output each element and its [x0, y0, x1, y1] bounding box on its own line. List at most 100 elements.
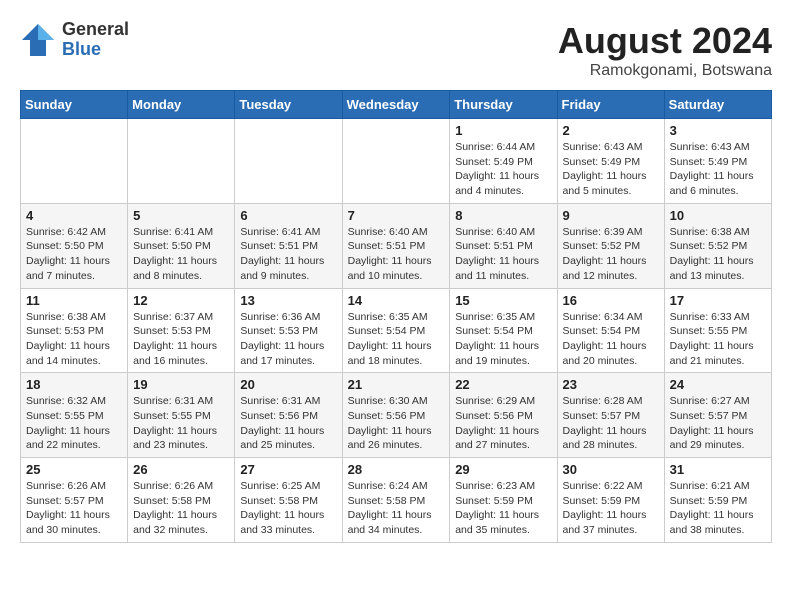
calendar-cell: 24 Sunrise: 6:27 AM Sunset: 5:57 PM Dayli…: [664, 373, 771, 458]
day-info: Sunrise: 6:32 AM Sunset: 5:55 PM Dayligh…: [26, 394, 122, 453]
day-info: Sunrise: 6:43 AM Sunset: 5:49 PM Dayligh…: [563, 140, 659, 199]
logo: General Blue: [20, 20, 129, 60]
calendar-week-row: 4 Sunrise: 6:42 AM Sunset: 5:50 PM Daylig…: [21, 203, 772, 288]
calendar-cell: 6 Sunrise: 6:41 AM Sunset: 5:51 PM Daylig…: [235, 203, 342, 288]
day-number: 3: [670, 123, 766, 138]
day-info: Sunrise: 6:23 AM Sunset: 5:59 PM Dayligh…: [455, 479, 551, 538]
day-info: Sunrise: 6:26 AM Sunset: 5:58 PM Dayligh…: [133, 479, 229, 538]
day-info: Sunrise: 6:44 AM Sunset: 5:49 PM Dayligh…: [455, 140, 551, 199]
day-number: 1: [455, 123, 551, 138]
day-info: Sunrise: 6:26 AM Sunset: 5:57 PM Dayligh…: [26, 479, 122, 538]
day-info: Sunrise: 6:36 AM Sunset: 5:53 PM Dayligh…: [240, 310, 336, 369]
calendar-week-row: 25 Sunrise: 6:26 AM Sunset: 5:57 PM Dayli…: [21, 458, 772, 543]
logo-blue: Blue: [62, 40, 129, 60]
day-number: 17: [670, 293, 766, 308]
day-number: 7: [348, 208, 445, 223]
day-info: Sunrise: 6:27 AM Sunset: 5:57 PM Dayligh…: [670, 394, 766, 453]
calendar-cell: 13 Sunrise: 6:36 AM Sunset: 5:53 PM Dayli…: [235, 288, 342, 373]
calendar-cell: 18 Sunrise: 6:32 AM Sunset: 5:55 PM Dayli…: [21, 373, 128, 458]
calendar-cell: 29 Sunrise: 6:23 AM Sunset: 5:59 PM Dayli…: [450, 458, 557, 543]
calendar-cell: 3 Sunrise: 6:43 AM Sunset: 5:49 PM Daylig…: [664, 119, 771, 204]
day-info: Sunrise: 6:43 AM Sunset: 5:49 PM Dayligh…: [670, 140, 766, 199]
calendar-header-wednesday: Wednesday: [342, 91, 450, 119]
calendar-cell: 5 Sunrise: 6:41 AM Sunset: 5:50 PM Daylig…: [128, 203, 235, 288]
day-info: Sunrise: 6:31 AM Sunset: 5:56 PM Dayligh…: [240, 394, 336, 453]
calendar-cell: 17Sunrise: 6:33 AM Sunset: 5:55 PM Dayli…: [664, 288, 771, 373]
calendar-cell: [128, 119, 235, 204]
day-number: 4: [26, 208, 122, 223]
calendar-cell: 25 Sunrise: 6:26 AM Sunset: 5:57 PM Dayli…: [21, 458, 128, 543]
calendar-header-tuesday: Tuesday: [235, 91, 342, 119]
calendar-table: SundayMondayTuesdayWednesdayThursdayFrid…: [20, 90, 772, 543]
day-info: Sunrise: 6:38 AM Sunset: 5:52 PM Dayligh…: [670, 225, 766, 284]
day-number: 25: [26, 462, 122, 477]
calendar-cell: 22 Sunrise: 6:29 AM Sunset: 5:56 PM Dayli…: [450, 373, 557, 458]
day-info: Sunrise: 6:35 AM Sunset: 5:54 PM Dayligh…: [348, 310, 445, 369]
day-number: 27: [240, 462, 336, 477]
day-number: 13: [240, 293, 336, 308]
calendar-cell: 21Sunrise: 6:30 AM Sunset: 5:56 PM Dayli…: [342, 373, 450, 458]
day-number: 24: [670, 377, 766, 392]
day-number: 22: [455, 377, 551, 392]
calendar-cell: 12Sunrise: 6:37 AM Sunset: 5:53 PM Dayli…: [128, 288, 235, 373]
calendar-cell: 27 Sunrise: 6:25 AM Sunset: 5:58 PM Dayli…: [235, 458, 342, 543]
day-number: 6: [240, 208, 336, 223]
logo-general: General: [62, 20, 129, 40]
calendar-cell: 11 Sunrise: 6:38 AM Sunset: 5:53 PM Dayli…: [21, 288, 128, 373]
day-number: 5: [133, 208, 229, 223]
day-number: 8: [455, 208, 551, 223]
day-number: 20: [240, 377, 336, 392]
calendar-header-monday: Monday: [128, 91, 235, 119]
calendar-cell: [235, 119, 342, 204]
calendar-week-row: 11 Sunrise: 6:38 AM Sunset: 5:53 PM Dayli…: [21, 288, 772, 373]
calendar-cell: 26 Sunrise: 6:26 AM Sunset: 5:58 PM Dayli…: [128, 458, 235, 543]
day-info: Sunrise: 6:41 AM Sunset: 5:50 PM Dayligh…: [133, 225, 229, 284]
day-number: 19: [133, 377, 229, 392]
day-number: 26: [133, 462, 229, 477]
calendar-cell: [342, 119, 450, 204]
day-info: Sunrise: 6:21 AM Sunset: 5:59 PM Dayligh…: [670, 479, 766, 538]
calendar-cell: 9 Sunrise: 6:39 AM Sunset: 5:52 PM Daylig…: [557, 203, 664, 288]
calendar-cell: 7Sunrise: 6:40 AM Sunset: 5:51 PM Daylig…: [342, 203, 450, 288]
day-info: Sunrise: 6:40 AM Sunset: 5:51 PM Dayligh…: [455, 225, 551, 284]
calendar-cell: 2Sunrise: 6:43 AM Sunset: 5:49 PM Daylig…: [557, 119, 664, 204]
day-info: Sunrise: 6:28 AM Sunset: 5:57 PM Dayligh…: [563, 394, 659, 453]
day-number: 9: [563, 208, 659, 223]
day-info: Sunrise: 6:39 AM Sunset: 5:52 PM Dayligh…: [563, 225, 659, 284]
calendar-header-row: SundayMondayTuesdayWednesdayThursdayFrid…: [21, 91, 772, 119]
logo-icon: [20, 22, 56, 58]
day-number: 18: [26, 377, 122, 392]
day-info: Sunrise: 6:22 AM Sunset: 5:59 PM Dayligh…: [563, 479, 659, 538]
day-info: Sunrise: 6:31 AM Sunset: 5:55 PM Dayligh…: [133, 394, 229, 453]
calendar-header-thursday: Thursday: [450, 91, 557, 119]
day-info: Sunrise: 6:34 AM Sunset: 5:54 PM Dayligh…: [563, 310, 659, 369]
title-block: August 2024 Ramokgonami, Botswana: [558, 20, 772, 80]
day-number: 12: [133, 293, 229, 308]
day-number: 10: [670, 208, 766, 223]
day-info: Sunrise: 6:41 AM Sunset: 5:51 PM Dayligh…: [240, 225, 336, 284]
day-number: 23: [563, 377, 659, 392]
calendar-cell: 15Sunrise: 6:35 AM Sunset: 5:54 PM Dayli…: [450, 288, 557, 373]
day-info: Sunrise: 6:25 AM Sunset: 5:58 PM Dayligh…: [240, 479, 336, 538]
calendar-cell: 20 Sunrise: 6:31 AM Sunset: 5:56 PM Dayli…: [235, 373, 342, 458]
day-number: 30: [563, 462, 659, 477]
calendar-header-sunday: Sunday: [21, 91, 128, 119]
day-info: Sunrise: 6:35 AM Sunset: 5:54 PM Dayligh…: [455, 310, 551, 369]
calendar-cell: 16Sunrise: 6:34 AM Sunset: 5:54 PM Dayli…: [557, 288, 664, 373]
calendar-cell: 23 Sunrise: 6:28 AM Sunset: 5:57 PM Dayli…: [557, 373, 664, 458]
day-number: 29: [455, 462, 551, 477]
day-info: Sunrise: 6:38 AM Sunset: 5:53 PM Dayligh…: [26, 310, 122, 369]
calendar-header-saturday: Saturday: [664, 91, 771, 119]
calendar-cell: [21, 119, 128, 204]
calendar-cell: 10 Sunrise: 6:38 AM Sunset: 5:52 PM Dayli…: [664, 203, 771, 288]
day-info: Sunrise: 6:24 AM Sunset: 5:58 PM Dayligh…: [348, 479, 445, 538]
day-number: 11: [26, 293, 122, 308]
day-number: 31: [670, 462, 766, 477]
calendar-header-friday: Friday: [557, 91, 664, 119]
calendar-cell: 30 Sunrise: 6:22 AM Sunset: 5:59 PM Dayli…: [557, 458, 664, 543]
day-info: Sunrise: 6:42 AM Sunset: 5:50 PM Dayligh…: [26, 225, 122, 284]
day-info: Sunrise: 6:29 AM Sunset: 5:56 PM Dayligh…: [455, 394, 551, 453]
calendar-cell: 4 Sunrise: 6:42 AM Sunset: 5:50 PM Daylig…: [21, 203, 128, 288]
calendar-cell: 8 Sunrise: 6:40 AM Sunset: 5:51 PM Daylig…: [450, 203, 557, 288]
day-info: Sunrise: 6:30 AM Sunset: 5:56 PM Dayligh…: [348, 394, 445, 453]
